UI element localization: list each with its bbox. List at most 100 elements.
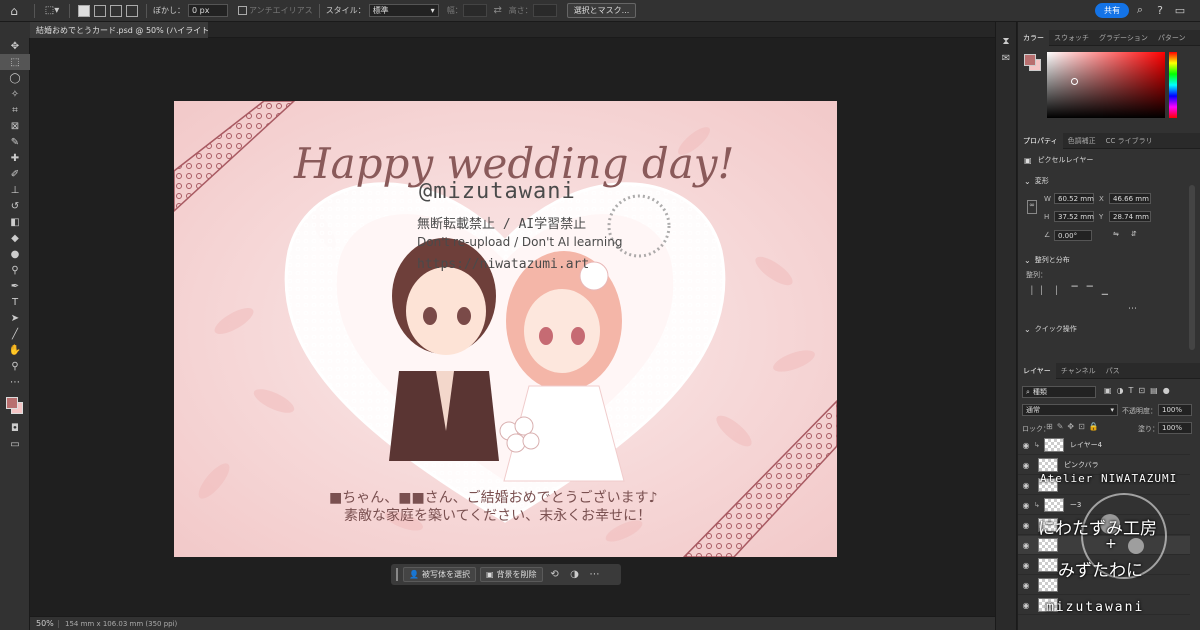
color-picker-field[interactable] <box>1047 52 1165 118</box>
zoom-tool-icon[interactable]: ⚲ <box>0 358 30 374</box>
quick-actions-header[interactable]: ⌄ クイック操作 <box>1018 324 1077 334</box>
eyedropper-tool-icon[interactable]: ✎ <box>0 134 30 150</box>
frame-tool-icon[interactable]: ⊠ <box>0 118 30 134</box>
path-selection-tool-icon[interactable]: ➤ <box>0 310 30 326</box>
tab-cc-libraries[interactable]: CC ライブラリ <box>1101 133 1158 149</box>
layer-filter-value: 種類 <box>1032 388 1047 396</box>
angle-field[interactable]: 0.00° <box>1054 230 1092 241</box>
add-selection-icon[interactable] <box>94 4 106 17</box>
adjust-icon[interactable]: ◑ <box>567 569 583 580</box>
brush-tool-icon[interactable]: ✐ <box>0 166 30 182</box>
layer-row[interactable]: ◉ ↳ レイヤー4 <box>1018 436 1190 455</box>
link-dimensions-icon[interactable]: ∞ <box>1027 200 1037 214</box>
tab-patterns[interactable]: パターン <box>1153 30 1191 46</box>
help-icon[interactable]: ? <box>1153 3 1167 17</box>
workspace-icon[interactable]: ▭ <box>1173 3 1187 17</box>
align-buttons[interactable]: ▕▏▏▔▔▁ <box>1026 286 1117 295</box>
remove-background-button[interactable]: ▣ 背景を削除 <box>479 567 543 582</box>
tab-channels[interactable]: チャンネル <box>1056 363 1101 379</box>
panel-scrollbar[interactable] <box>1189 185 1195 350</box>
hand-tool-icon[interactable]: ✋ <box>0 342 30 358</box>
new-selection-icon[interactable] <box>78 4 90 17</box>
tab-paths[interactable]: パス <box>1101 363 1125 379</box>
blur-tool-icon[interactable]: ● <box>0 246 30 262</box>
transform-section-header[interactable]: ⌄ 変形 <box>1018 176 1049 186</box>
subtract-selection-icon[interactable] <box>110 4 122 17</box>
pen-tool-icon[interactable]: ✒ <box>0 278 30 294</box>
flip-vertical-icon[interactable]: ⇵ <box>1131 230 1137 238</box>
zoom-level[interactable]: 50% <box>30 619 58 628</box>
color-swatches[interactable] <box>0 390 29 420</box>
tab-color[interactable]: カラー <box>1018 29 1049 46</box>
magic-wand-tool-icon[interactable]: ✧ <box>0 86 30 102</box>
flip-horizontal-icon[interactable]: ⇋ <box>1113 230 1119 238</box>
lock-icons[interactable]: ⊞✎✥⊡🔒 <box>1046 422 1103 431</box>
quick-mask-icon[interactable]: ◘ <box>0 420 30 436</box>
tab-swatches[interactable]: スウォッチ <box>1049 30 1094 46</box>
move-tool-icon[interactable]: ✥ <box>0 38 30 54</box>
line-tool-icon[interactable]: ╱ <box>0 326 30 342</box>
history-icon[interactable]: ⧗ <box>996 36 1016 47</box>
marquee-tool-preset-icon[interactable]: ⬚▾ <box>44 3 60 19</box>
tab-layers[interactable]: レイヤー <box>1018 362 1056 379</box>
fill-field[interactable]: 100% <box>1158 422 1192 434</box>
select-subject-button[interactable]: 👤 被写体を選択 <box>403 567 476 582</box>
style-select[interactable]: 標準 ▾ <box>368 4 439 17</box>
tab-gradients[interactable]: グラデーション <box>1094 30 1153 46</box>
clone-stamp-tool-icon[interactable]: ⊥ <box>0 182 30 198</box>
foreground-color-swatch[interactable] <box>6 397 18 409</box>
intersect-selection-icon[interactable] <box>126 4 138 17</box>
layer-filter-icons[interactable]: ▣◑T⊡▤● <box>1104 386 1175 395</box>
more-tools-icon[interactable]: ⋯ <box>0 374 30 390</box>
antialias-checkbox[interactable] <box>238 6 247 15</box>
paint-bucket-tool-icon[interactable]: ◆ <box>0 230 30 246</box>
align-label: 整列と分布 <box>1034 256 1070 264</box>
atelier-line-3: + <box>1105 536 1117 552</box>
opacity-field[interactable]: 100% <box>1158 404 1192 416</box>
chevron-down-icon: ▾ <box>1110 406 1114 414</box>
layer-name: レイヤー4 <box>1069 441 1103 449</box>
healing-brush-tool-icon[interactable]: ✚ <box>0 150 30 166</box>
crop-tool-icon[interactable]: ⌗ <box>0 102 30 118</box>
height-input[interactable] <box>532 4 557 17</box>
tab-properties[interactable]: プロパティ <box>1018 132 1063 149</box>
lasso-tool-icon[interactable]: ◯ <box>0 70 30 86</box>
align-section-header[interactable]: ⌄ 整列と分布 <box>1018 255 1070 265</box>
type-tool-icon[interactable]: T <box>0 294 30 310</box>
select-and-mask-button[interactable]: 選択とマスク... <box>566 3 637 18</box>
y-field[interactable]: 28.74 mm <box>1109 211 1151 222</box>
home-icon[interactable]: ⌂ <box>3 3 25 19</box>
swap-dimensions-icon[interactable]: ⇄ <box>490 3 506 19</box>
more-align-icon[interactable]: ⋯ <box>1128 304 1137 314</box>
rectangular-marquee-tool-icon[interactable]: ⬚ <box>0 54 30 70</box>
x-field[interactable]: 46.66 mm <box>1109 193 1151 204</box>
panel-foreground-swatch[interactable] <box>1024 54 1036 66</box>
eye-icon[interactable]: ◉ <box>1018 441 1034 450</box>
height-field[interactable]: 37.52 mm <box>1054 211 1094 222</box>
transform-icon[interactable]: ⟲ <box>547 569 563 580</box>
width-label: 幅： <box>446 6 463 15</box>
document-tab[interactable]: 結婚おめでとうカード.psd @ 50% (ハイライト, RGB/8) × <box>30 22 208 38</box>
color-picker-cursor[interactable] <box>1071 78 1078 85</box>
dodge-tool-icon[interactable]: ⚲ <box>0 262 30 278</box>
comments-icon[interactable]: ✉ <box>996 53 1016 64</box>
search-icon[interactable]: ⌕ <box>1133 3 1147 17</box>
tab-adjustments[interactable]: 色調補正 <box>1063 133 1101 149</box>
message-line-2: 素敵な家庭を築いてください、末永くお幸せに！ <box>344 508 652 524</box>
layer-filter-select[interactable]: ⌕ 種類 <box>1022 386 1096 398</box>
eraser-tool-icon[interactable]: ◧ <box>0 214 30 230</box>
more-options-icon[interactable]: ⋯ <box>587 569 603 580</box>
history-brush-tool-icon[interactable]: ↺ <box>0 198 30 214</box>
feather-input[interactable]: 0 px <box>188 4 228 17</box>
feather-label: ぼかし： <box>153 6 185 15</box>
hue-slider[interactable] <box>1169 52 1177 118</box>
share-button[interactable]: 共有 <box>1095 3 1129 18</box>
fill-label: 塗り： <box>1138 425 1159 433</box>
artwork-canvas[interactable]: Happy wedding day! @mizutawani 無断転載禁止 / … <box>174 101 837 557</box>
blend-mode-select[interactable]: 通常 ▾ <box>1022 404 1118 416</box>
drag-handle[interactable] <box>396 568 398 581</box>
width-field[interactable]: 60.52 mm <box>1054 193 1094 204</box>
style-label: スタイル： <box>325 6 366 15</box>
width-input[interactable] <box>462 4 487 17</box>
screen-mode-icon[interactable]: ▭ <box>0 436 30 452</box>
